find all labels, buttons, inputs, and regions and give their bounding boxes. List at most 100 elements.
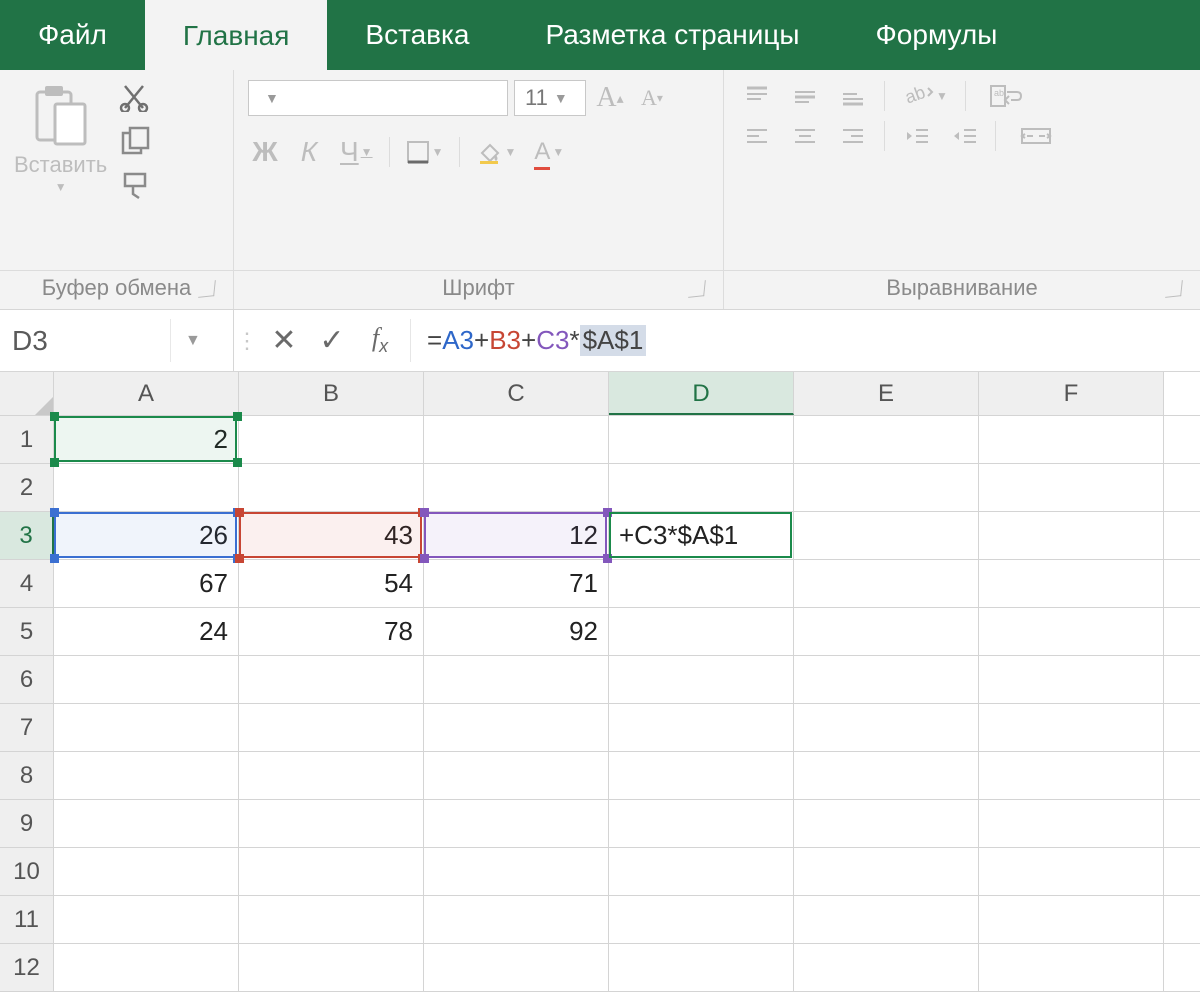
name-box-dropdown-icon[interactable]: ▼ [170, 319, 215, 362]
cell[interactable] [424, 944, 609, 991]
decrease-indent-button[interactable] [897, 120, 935, 152]
cell[interactable] [979, 944, 1164, 991]
row-header[interactable]: 5 [0, 608, 54, 655]
cell[interactable] [979, 848, 1164, 895]
align-right-button[interactable] [834, 120, 872, 152]
cell[interactable] [794, 800, 979, 847]
cell[interactable] [239, 944, 424, 991]
decrease-font-button[interactable]: A▾ [634, 80, 670, 116]
cell[interactable]: 24 [54, 608, 239, 655]
row-header[interactable]: 3 [0, 512, 54, 559]
copy-icon[interactable] [119, 126, 153, 156]
cell[interactable]: 71 [424, 560, 609, 607]
cell[interactable] [54, 848, 239, 895]
cell[interactable] [794, 416, 979, 463]
bold-button[interactable]: Ж [248, 134, 282, 170]
font-color-button[interactable]: A ▼ [530, 134, 568, 170]
font-launcher-icon[interactable] [688, 280, 706, 298]
cell[interactable] [609, 704, 794, 751]
tab-главная[interactable]: Главная [145, 0, 328, 70]
cell[interactable] [794, 512, 979, 559]
increase-indent-button[interactable] [945, 120, 983, 152]
cancel-button[interactable]: ✕ [260, 317, 308, 365]
cell[interactable] [54, 800, 239, 847]
cell[interactable] [609, 848, 794, 895]
cell[interactable]: 92 [424, 608, 609, 655]
cell[interactable] [609, 464, 794, 511]
font-name-combo[interactable]: ▼ [248, 80, 508, 116]
cell[interactable] [239, 464, 424, 511]
cell[interactable]: 26 [54, 512, 239, 559]
insert-function-button[interactable]: fx [356, 317, 404, 365]
cell[interactable] [239, 896, 424, 943]
cell[interactable] [609, 560, 794, 607]
cell[interactable]: 2 [54, 416, 239, 463]
fill-color-button[interactable]: ▼ [472, 134, 520, 170]
align-top-button[interactable] [738, 80, 776, 112]
column-header[interactable]: A [54, 372, 239, 415]
cell[interactable] [609, 656, 794, 703]
orientation-button[interactable]: ab▼ [897, 80, 953, 112]
row-header[interactable]: 11 [0, 896, 54, 943]
cell[interactable] [424, 848, 609, 895]
formula-input[interactable]: =A3+B3+C3*$A$1 [417, 325, 1200, 356]
column-header[interactable]: D [609, 372, 794, 415]
align-left-button[interactable] [738, 120, 776, 152]
column-header[interactable]: C [424, 372, 609, 415]
paste-button[interactable]: Вставить ▼ [14, 80, 107, 194]
cell[interactable] [979, 464, 1164, 511]
name-box[interactable]: ▼ [0, 310, 234, 371]
column-header[interactable]: F [979, 372, 1164, 415]
cell[interactable] [979, 512, 1164, 559]
font-size-combo[interactable]: 11▼ [514, 80, 586, 116]
cell[interactable] [979, 560, 1164, 607]
cell[interactable] [609, 944, 794, 991]
name-box-input[interactable] [0, 325, 170, 357]
cell[interactable] [239, 704, 424, 751]
cell[interactable] [794, 944, 979, 991]
cell[interactable] [794, 608, 979, 655]
cell[interactable] [609, 752, 794, 799]
column-header[interactable]: B [239, 372, 424, 415]
row-header[interactable]: 6 [0, 656, 54, 703]
borders-button[interactable]: ▼ [402, 134, 448, 170]
align-middle-button[interactable] [786, 80, 824, 112]
cell[interactable] [54, 464, 239, 511]
cell[interactable] [794, 896, 979, 943]
wrap-text-button[interactable]: ab [978, 80, 1034, 112]
tab-разметка страницы[interactable]: Разметка страницы [508, 0, 838, 70]
cell[interactable] [54, 656, 239, 703]
cell[interactable] [424, 656, 609, 703]
tab-вставка[interactable]: Вставка [327, 0, 507, 70]
cell[interactable] [424, 752, 609, 799]
cell[interactable] [979, 608, 1164, 655]
cell[interactable] [794, 848, 979, 895]
format-painter-icon[interactable] [119, 170, 153, 200]
italic-button[interactable]: К [292, 134, 326, 170]
align-bottom-button[interactable] [834, 80, 872, 112]
cell[interactable] [239, 800, 424, 847]
cell[interactable] [54, 944, 239, 991]
cell[interactable]: 54 [239, 560, 424, 607]
cut-icon[interactable] [119, 82, 153, 112]
align-center-button[interactable] [786, 120, 824, 152]
row-header[interactable]: 1 [0, 416, 54, 463]
cell[interactable] [424, 704, 609, 751]
cell[interactable] [424, 896, 609, 943]
merge-button[interactable] [1008, 120, 1064, 152]
row-header[interactable]: 9 [0, 800, 54, 847]
cell[interactable] [609, 608, 794, 655]
select-all-corner[interactable] [0, 372, 54, 415]
column-header[interactable]: E [794, 372, 979, 415]
cell[interactable] [54, 704, 239, 751]
cell[interactable] [794, 704, 979, 751]
cell[interactable]: 43 [239, 512, 424, 559]
cell[interactable] [424, 464, 609, 511]
cell[interactable] [794, 752, 979, 799]
cell[interactable] [609, 800, 794, 847]
cell[interactable] [424, 416, 609, 463]
cell[interactable] [609, 896, 794, 943]
cell[interactable]: 12 [424, 512, 609, 559]
cell[interactable]: 67 [54, 560, 239, 607]
cell[interactable] [54, 752, 239, 799]
